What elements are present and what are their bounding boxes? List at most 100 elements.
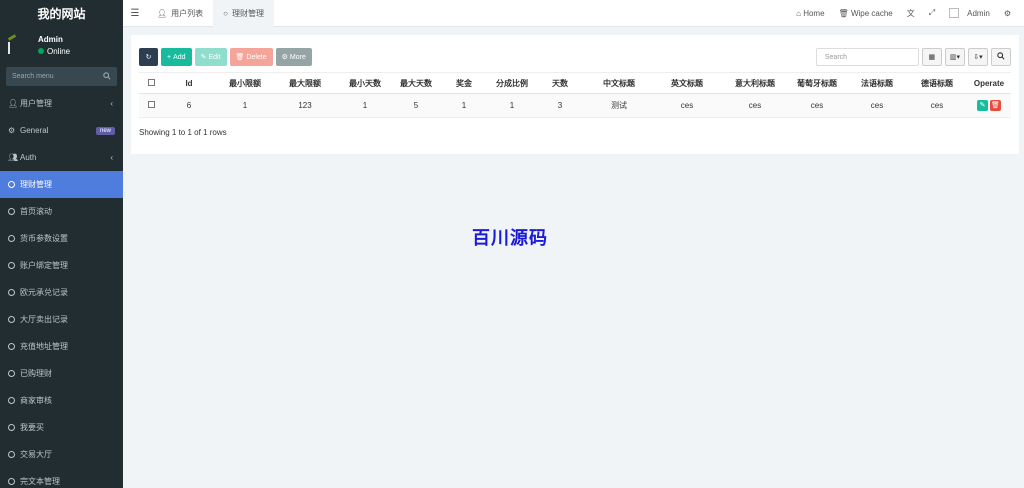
circle-icon xyxy=(8,343,15,350)
column-header[interactable]: 最大天数 xyxy=(395,72,437,94)
columns-dropdown[interactable]: ▥ ▾ xyxy=(944,48,965,66)
select-all-checkbox-cell[interactable] xyxy=(139,72,163,94)
edit-label: Edit xyxy=(208,53,221,61)
table-search-input[interactable]: Search xyxy=(815,48,919,66)
table-view-icon: ▦ xyxy=(928,54,936,61)
table-cell: 1 xyxy=(437,93,491,118)
circle-icon xyxy=(8,451,15,458)
delete-row-icon[interactable]: 🗑︎ xyxy=(990,100,1001,111)
content-panel: ↻ + Add ✎ Edit 🗑︎ Delete ⚙ More Search ▦ ▥ ▾ … xyxy=(131,35,1019,154)
row-checkbox-cell[interactable] xyxy=(139,93,163,118)
home-link[interactable]: ⌂ Home xyxy=(789,9,831,18)
column-header[interactable]: 奖金 xyxy=(437,72,491,94)
menu-toggle-icon[interactable]: ☰ xyxy=(123,8,147,19)
settings-icon[interactable]: ⚙ xyxy=(997,9,1018,18)
sidebar-item-0[interactable]: 👤︎ 用户管理 ‹ xyxy=(0,90,123,117)
fullscreen-icon[interactable]: ⤢ xyxy=(922,8,942,18)
row-checkbox[interactable] xyxy=(147,101,155,108)
circle-icon xyxy=(8,316,15,323)
sidebar-item-4[interactable]: 首页滚动 xyxy=(0,198,123,225)
more-button[interactable]: ⚙ More xyxy=(275,48,312,66)
admin-menu[interactable]: Admin xyxy=(942,8,997,18)
column-header[interactable]: 法语标题 xyxy=(847,72,907,94)
circle-icon xyxy=(8,397,15,404)
sidebar-item-5[interactable]: 货币参数设置 xyxy=(0,225,123,252)
data-table: Id 最小限额 最大限额 最小天数 最大天数 奖金 分成比例 天数 中文标题 英文标题 意大利标题葡… xyxy=(139,72,1011,118)
admin-avatar xyxy=(949,8,960,18)
sidebar-item-label: 交易大厅 xyxy=(20,450,52,459)
advanced-search-button[interactable] xyxy=(991,48,1011,66)
user-icon: 👤︎ xyxy=(157,8,168,18)
sidebar-item-2[interactable]: 👥︎ Auth ‹ xyxy=(0,144,123,171)
column-header[interactable]: 意大利标题 xyxy=(723,72,787,94)
sidebar-item-11[interactable]: 商家审核 xyxy=(0,387,123,414)
sidebar-item-label: 用户管理 xyxy=(20,99,52,108)
admin-label: Admin xyxy=(967,8,990,18)
column-header[interactable]: 最小限额 xyxy=(215,72,275,94)
refresh-button[interactable]: ↻ xyxy=(139,48,158,66)
tab-finance-management[interactable]: ○ 理财管理 xyxy=(213,0,274,27)
delete-label: Delete xyxy=(246,53,267,61)
table-cell: ces xyxy=(907,93,967,118)
circle-icon xyxy=(8,235,15,242)
menu-search-input[interactable]: Search menu xyxy=(6,67,117,86)
wipe-cache-button[interactable]: 🗑︎ Wipe cache xyxy=(832,9,900,18)
circle-icon xyxy=(8,370,15,377)
sidebar-item-label: Auth xyxy=(20,153,37,162)
column-header[interactable]: 中文标题 xyxy=(587,72,651,94)
table-header-row: Id 最小限额 最大限额 最小天数 最大天数 奖金 分成比例 天数 中文标题 英文标题 意大利标题葡… xyxy=(139,72,1011,94)
table-cell: 1 xyxy=(215,93,275,118)
watermark-text: 百川源码 xyxy=(472,228,548,248)
delete-button[interactable]: 🗑︎ Delete xyxy=(229,48,273,66)
sidebar-item-12[interactable]: 我要买 xyxy=(0,414,123,441)
export-icon: ⇩ xyxy=(973,54,980,61)
toolbar: ↻ + Add ✎ Edit 🗑︎ Delete ⚙ More xyxy=(139,48,312,66)
sidebar-item-3[interactable]: 理财管理 xyxy=(0,171,123,198)
avatar xyxy=(6,34,28,56)
column-header[interactable]: 德语标题 xyxy=(907,72,967,94)
sidebar-item-label: 账户绑定管理 xyxy=(20,261,68,270)
sidebar-item-7[interactable]: 欧元承兑记录 xyxy=(0,279,123,306)
sidebar-item-8[interactable]: 大厅卖出记录 xyxy=(0,306,123,333)
tab-label: 用户列表 xyxy=(171,8,204,18)
select-all-checkbox[interactable] xyxy=(147,78,155,86)
sidebar-item-label: 货币参数设置 xyxy=(20,234,68,243)
column-header[interactable]: 葡萄牙标题 xyxy=(787,72,847,94)
sidebar-item-10[interactable]: 已购理财 xyxy=(0,360,123,387)
edit-row-icon[interactable]: ✎ xyxy=(977,100,988,111)
column-header[interactable]: 分成比例 xyxy=(491,72,533,94)
column-header[interactable]: 最小天数 xyxy=(335,72,395,94)
sidebar-item-9[interactable]: 充值地址管理 xyxy=(0,333,123,360)
edit-button[interactable]: ✎ Edit xyxy=(194,48,227,66)
top-navbar: ☰ 👤︎ 用户列表 ○ 理财管理 ⌂ Home 🗑︎ Wipe cache 文 … xyxy=(123,0,1024,27)
circle-icon xyxy=(8,262,15,269)
column-header[interactable]: 英文标题 xyxy=(651,72,723,94)
sidebar-item-label: 我要买 xyxy=(20,423,44,432)
tab-user-list[interactable]: 👤︎ 用户列表 xyxy=(147,0,213,27)
toggle-view-button[interactable]: ▦ xyxy=(921,48,942,66)
table-row[interactable]: 6 1 123 1 5 1 1 3 测试 ces ces ces ces ces ✎ 🗑︎ xyxy=(139,93,1011,118)
circle-icon xyxy=(8,208,15,215)
sidebar-item-1[interactable]: ⚙ General new xyxy=(0,117,123,144)
language-icon[interactable]: 文 xyxy=(900,8,922,19)
site-title[interactable]: 我的网站 xyxy=(0,0,123,27)
user-panel: Admin Online xyxy=(0,27,123,63)
sidebar-item-label: 大厅卖出记录 xyxy=(20,315,68,324)
search-icon[interactable] xyxy=(103,71,111,82)
home-label: Home xyxy=(803,8,825,18)
user-name: Admin xyxy=(38,34,63,44)
sidebar-item-label: 完文本管理 xyxy=(20,477,60,486)
column-header[interactable]: 最大限额 xyxy=(275,72,335,94)
sidebar-item-label: 充值地址管理 xyxy=(20,342,68,351)
export-dropdown[interactable]: ⇩ ▾ xyxy=(968,48,988,66)
table-cell: 5 xyxy=(395,93,437,118)
circle-icon xyxy=(8,289,15,296)
sidebar-item-13[interactable]: 交易大厅 xyxy=(0,441,123,468)
add-button[interactable]: + Add xyxy=(161,48,192,66)
table-cell: ces xyxy=(651,93,723,118)
column-header[interactable]: 天数 xyxy=(533,72,587,94)
sidebar-item-6[interactable]: 账户绑定管理 xyxy=(0,252,123,279)
sidebar-item-14[interactable]: 完文本管理 xyxy=(0,468,123,488)
column-header[interactable]: Id xyxy=(163,72,215,94)
column-header[interactable]: Operate xyxy=(967,72,1011,94)
